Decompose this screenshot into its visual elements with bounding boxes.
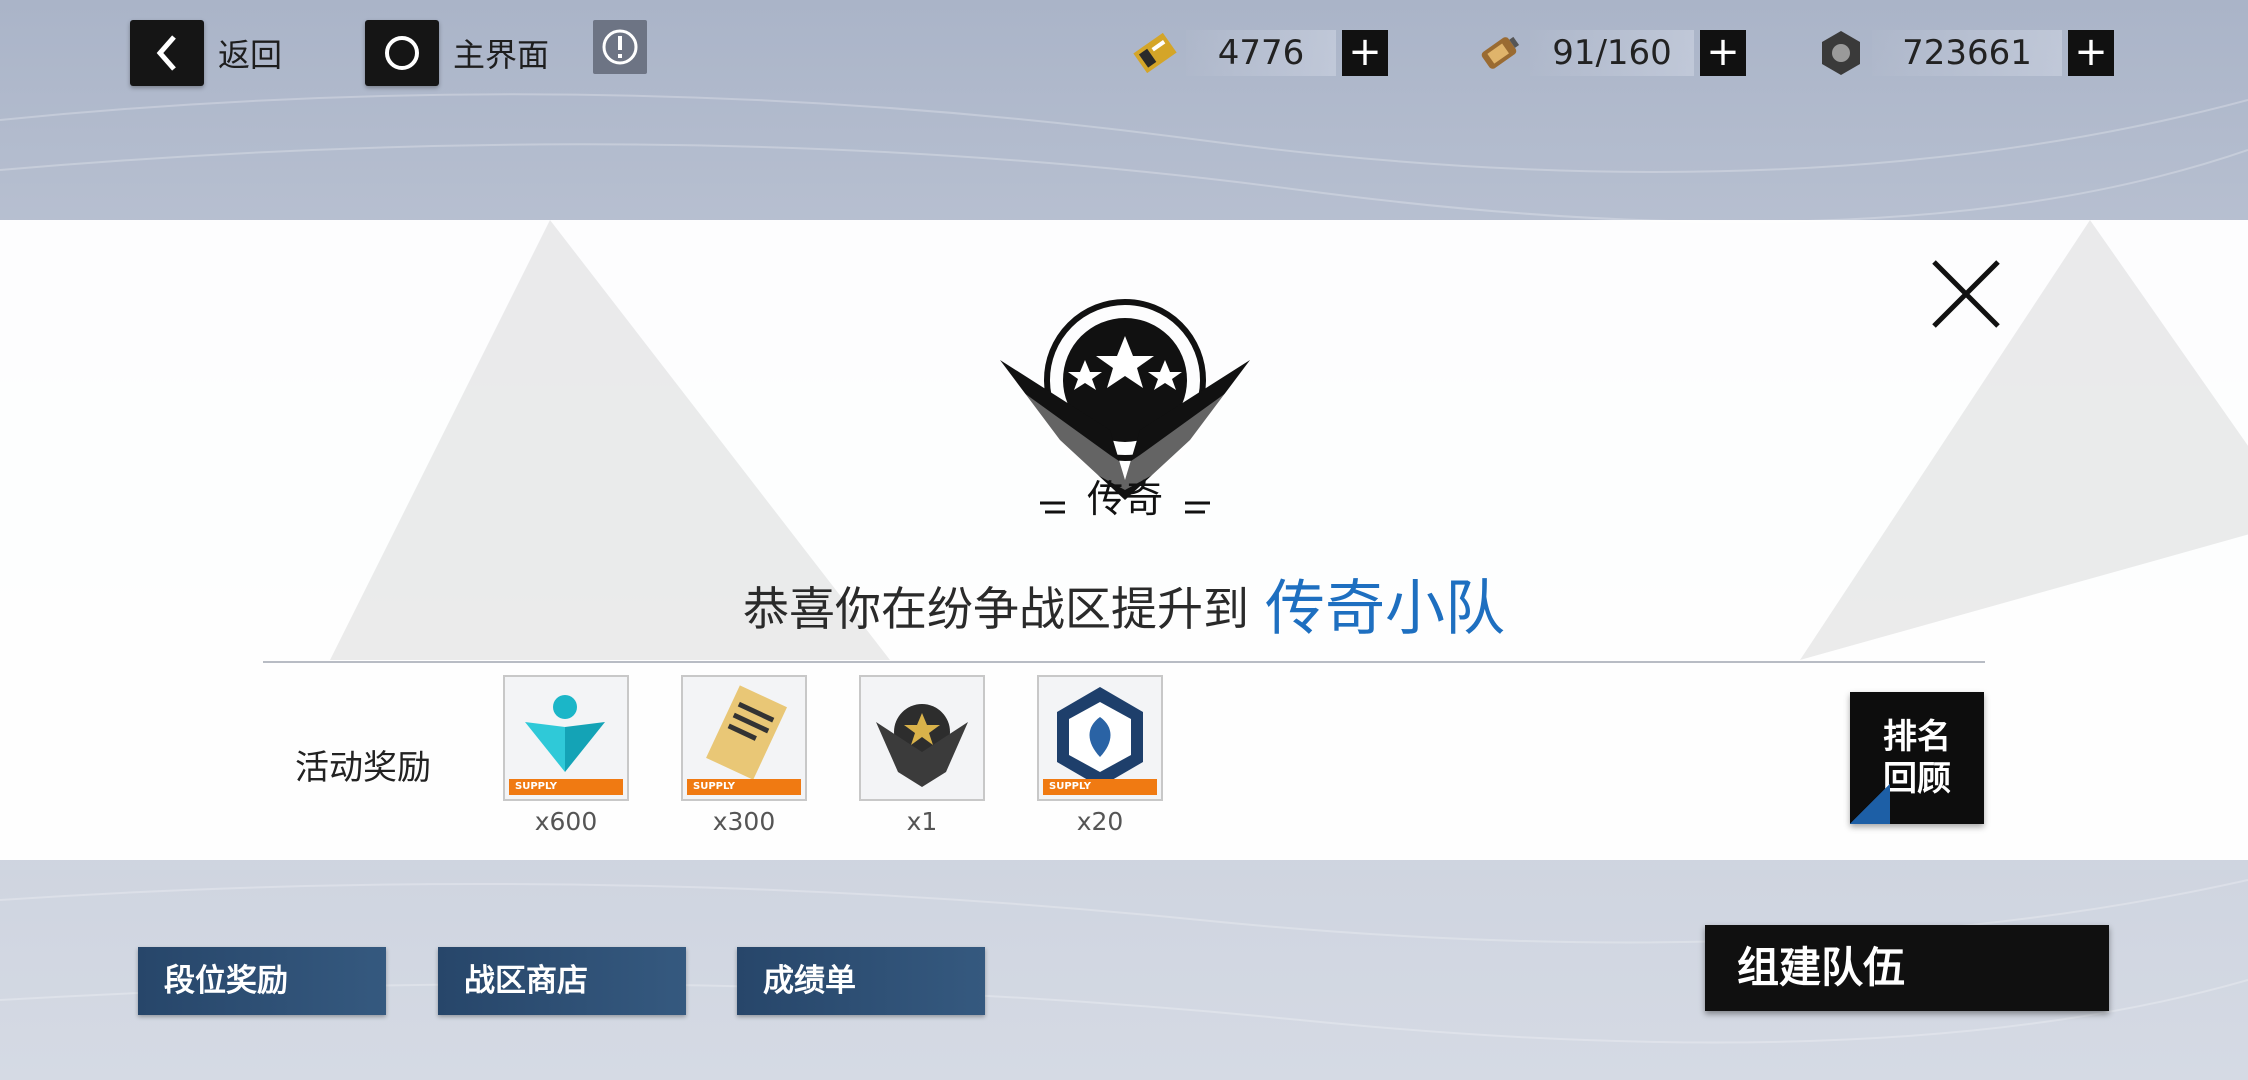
back-label: 返回 bbox=[218, 36, 283, 74]
resource-parts: 723661 + bbox=[1810, 22, 2114, 84]
congrats-message: 恭喜你在纷争战区提升到 传奇小队 bbox=[0, 560, 2248, 647]
reward-item[interactable]: SUPPLY x300 bbox=[681, 675, 807, 836]
home-label: 主界面 bbox=[453, 36, 550, 74]
home-circle-icon bbox=[365, 20, 439, 86]
info-button[interactable] bbox=[593, 20, 647, 74]
parts-value: 723661 bbox=[1872, 30, 2062, 76]
shield-supply-icon: SUPPLY bbox=[1037, 675, 1163, 801]
reward-item[interactable]: x1 bbox=[859, 675, 985, 836]
close-icon[interactable] bbox=[1926, 254, 2006, 334]
rank-review-button[interactable]: 排名 回顾 bbox=[1850, 692, 1984, 824]
reward-item[interactable]: SUPPLY x20 bbox=[1037, 675, 1163, 836]
battery-icon bbox=[1468, 22, 1530, 84]
reward-count: x300 bbox=[712, 807, 776, 836]
reward-item[interactable]: SUPPLY x600 bbox=[503, 675, 629, 836]
ticket-value: 4776 bbox=[1186, 30, 1336, 76]
zone-shop-button[interactable]: 战区商店 bbox=[438, 947, 686, 1015]
add-battery-button[interactable]: + bbox=[1700, 30, 1746, 76]
core-supply-icon: SUPPLY bbox=[503, 675, 629, 801]
add-ticket-button[interactable]: + bbox=[1342, 30, 1388, 76]
reward-label: 活动奖励 bbox=[295, 748, 431, 788]
ticket-icon bbox=[1124, 22, 1186, 84]
rank-review-line1: 排名 bbox=[1883, 717, 1951, 757]
rank-review-line2: 回顾 bbox=[1883, 759, 1951, 799]
reward-count: x600 bbox=[534, 807, 598, 836]
rank-rewards-button[interactable]: 段位奖励 bbox=[138, 947, 386, 1015]
divider bbox=[263, 661, 1985, 663]
back-arrow-icon bbox=[130, 20, 204, 86]
emblem-title: 传奇 bbox=[1086, 477, 1163, 521]
supply-badge: SUPPLY bbox=[1043, 779, 1157, 795]
contract-supply-icon: SUPPLY bbox=[681, 675, 807, 801]
reward-count: x1 bbox=[906, 807, 938, 836]
exclamation-icon bbox=[602, 29, 638, 65]
add-parts-button[interactable]: + bbox=[2068, 30, 2114, 76]
rank-name: 传奇小队 bbox=[1265, 574, 1505, 644]
reward-count: x20 bbox=[1076, 807, 1124, 836]
supply-badge: SUPPLY bbox=[509, 779, 623, 795]
congrats-text: 恭喜你在纷争战区提升到 bbox=[743, 582, 1249, 636]
promotion-dialog: 传奇 恭喜你在纷争战区提升到 传奇小队 活动奖励 SUPPLY x600 SUPP… bbox=[0, 220, 2248, 860]
form-team-button[interactable]: 组建队伍 bbox=[1705, 925, 2109, 1011]
supply-badge: SUPPLY bbox=[687, 779, 801, 795]
gear-nut-icon bbox=[1810, 22, 1872, 84]
legend-medal-icon bbox=[859, 675, 985, 801]
corner-accent bbox=[1850, 784, 1890, 824]
home-button[interactable]: 主界面 bbox=[365, 20, 549, 86]
back-button[interactable]: 返回 bbox=[130, 20, 282, 86]
report-card-button[interactable]: 成绩单 bbox=[737, 947, 985, 1015]
battery-value: 91/160 bbox=[1530, 30, 1694, 76]
resource-battery: 91/160 + bbox=[1468, 22, 1746, 84]
resource-ticket: 4776 + bbox=[1124, 22, 1388, 84]
